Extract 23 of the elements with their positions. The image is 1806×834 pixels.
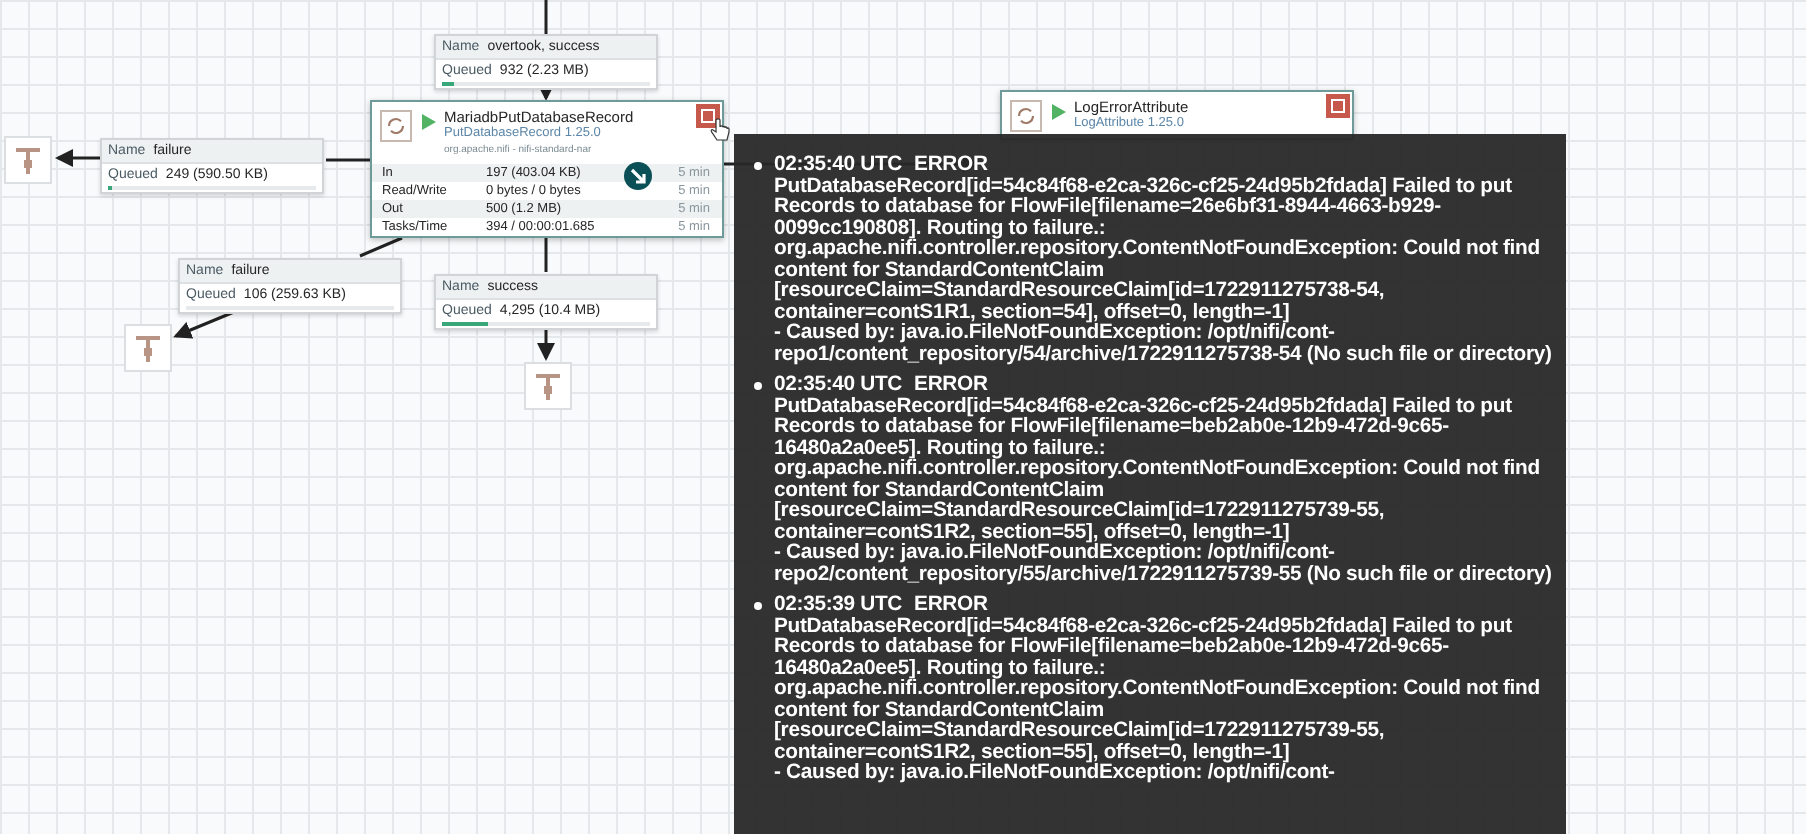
arrow-circle-icon[interactable] xyxy=(624,162,652,190)
bullet-icon xyxy=(754,602,762,610)
bulletin-message: PutDatabaseRecord[id=54c84f68-e2ca-326c-cf25-24d95b2fdada] Failed to put Records to database for FlowFile[filename=26e6bf31-8944-4663-b929-0099cc190808]. Routing to failure.: org.apache.nifi.controller.repository.ContentNotFoundException: Could not find content for StandardContentClaim [resourceClaim=StandardResourceClaim[id=1722911275738-54, container=contS1R1, section=54], offset=0, length=-1] - Caused by: java.io.FileNotFoundException: /opt/nifi/cont-repo1/content_repository/54/archive/1722911275738-54 (No such file or directory) xyxy=(774,177,1554,366)
refresh-icon xyxy=(1010,100,1042,132)
connection-arrow[interactable] xyxy=(173,310,235,339)
bulletin-icon[interactable] xyxy=(1326,94,1350,118)
connection-arrow[interactable] xyxy=(55,149,100,167)
funnel-icon[interactable] xyxy=(124,324,172,372)
bulletin-time: 02:35:40 UTC xyxy=(774,376,903,397)
processor-card[interactable] xyxy=(370,100,724,238)
bullet-icon xyxy=(754,162,762,170)
bulletin-message: PutDatabaseRecord[id=54c84f68-e2ca-326c-cf25-24d95b2fdada] Failed to put Records to database for FlowFile[filename=beb2ab0e-12b9-472d-9c65-16480a2a0ee5]. Routing to failure.: org.apache.nifi.controller.repository.ContentNotFoundException: Could not find content for StandardContentClaim [resourceClaim=StandardResourceClaim[id=1722911275739-55, container=contS1R2, section=55], offset=0, length=-1] - Caused by: java.io.FileNotFoundException: /opt/nifi/cont-repo2/content_repository/55/archive/1722911275739-55 (No such file or directory) xyxy=(774,397,1554,586)
hand-cursor-icon xyxy=(710,118,730,142)
bulletin-icon[interactable] xyxy=(696,104,720,128)
bullet-icon xyxy=(754,382,762,390)
bulletin-time: 02:35:40 UTC xyxy=(774,156,903,177)
connection-line[interactable] xyxy=(359,236,403,258)
bulletin-level: ERROR xyxy=(914,156,988,177)
refresh-icon xyxy=(380,110,412,142)
bulletin-time: 02:35:39 UTC xyxy=(774,596,903,617)
bulletin-level: ERROR xyxy=(914,376,988,397)
bulletin-level: ERROR xyxy=(914,596,988,617)
bulletin-message: PutDatabaseRecord[id=54c84f68-e2ca-326c-cf25-24d95b2fdada] Failed to put Records to database for FlowFile[filename=beb2ab0e-12b9-472d-9c65-16480a2a0ee5]. Routing to failure.: org.apache.nifi.controller.repository.ContentNotFoundException: Could not find content for StandardContentClaim [resourceClaim=StandardResourceClaim[id=1722911275739-55, container=contS1R2, section=55], offset=0, length=-1] - Caused by: java.io.FileNotFoundException: /opt/nifi/cont- xyxy=(774,617,1542,785)
